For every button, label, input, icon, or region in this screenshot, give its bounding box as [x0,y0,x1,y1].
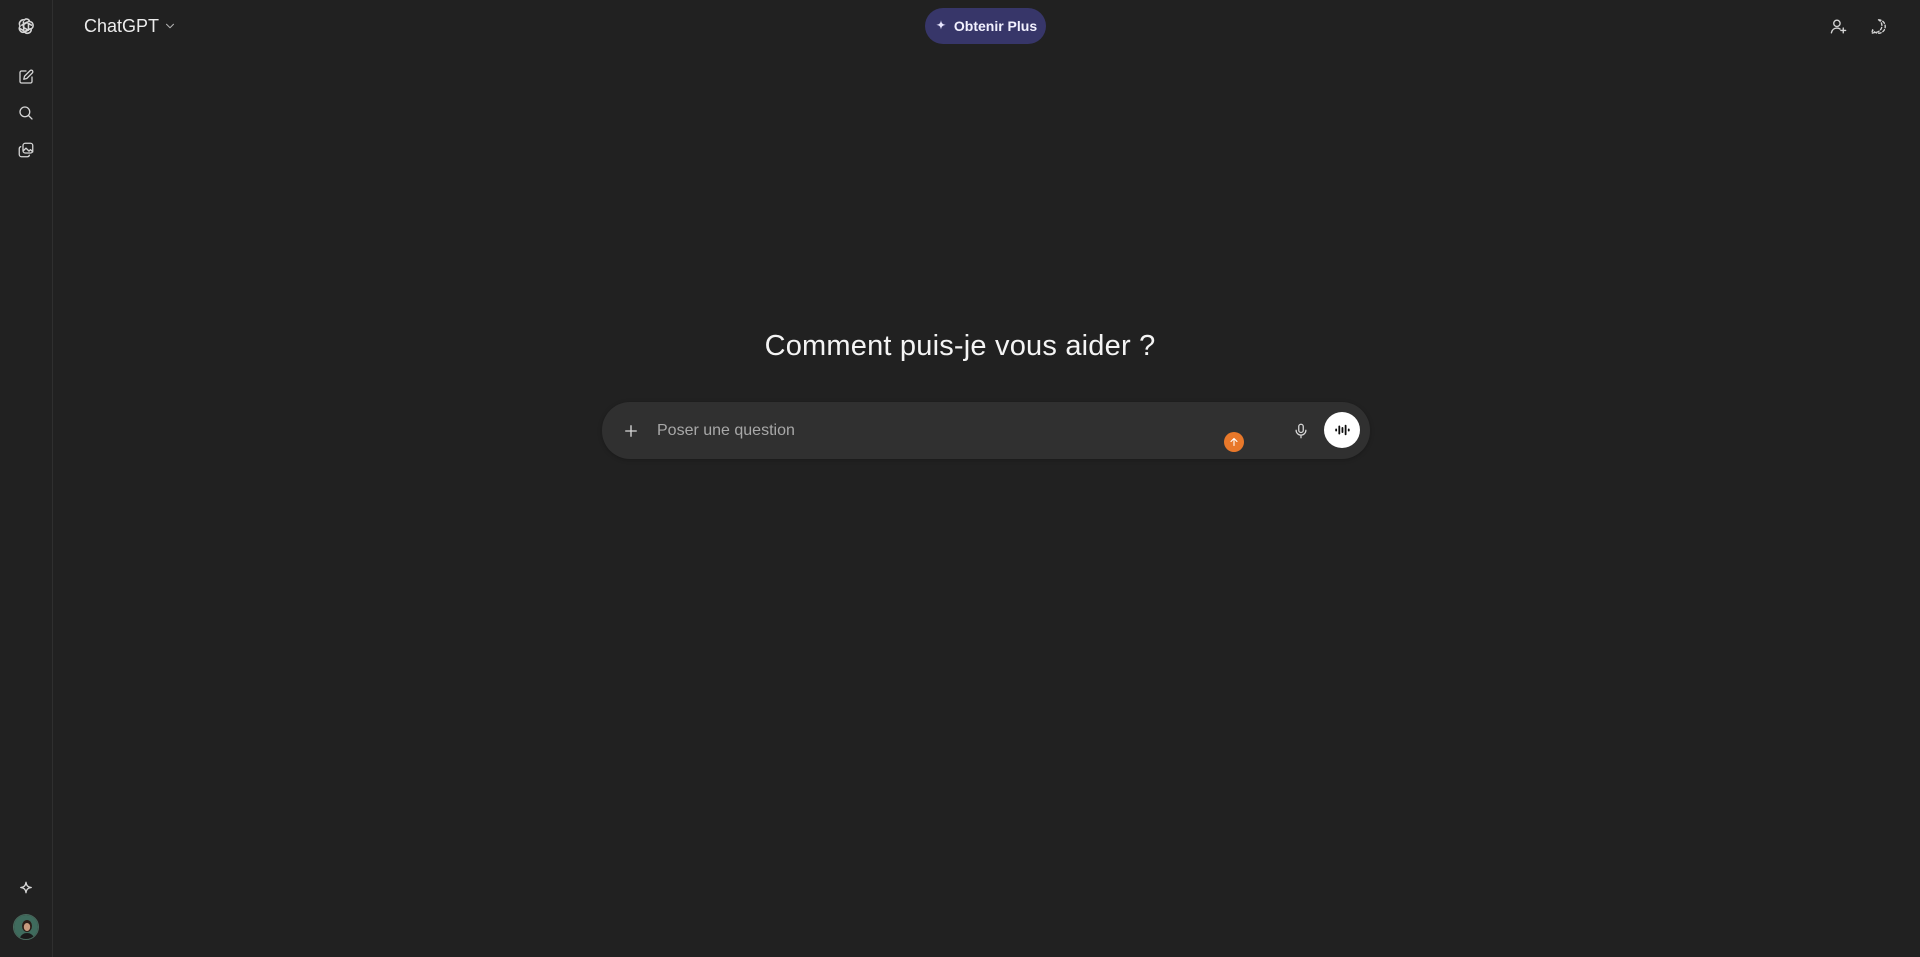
temporary-chat-button[interactable] [1860,8,1896,44]
plus-icon [625,425,637,437]
upload-indicator-icon [1230,437,1238,447]
dictate-button[interactable] [1284,414,1318,448]
model-selector[interactable]: ChatGPT [76,10,185,42]
add-user-icon [1830,18,1846,34]
upload-indicator[interactable] [1224,432,1244,452]
upgrade-plus-button[interactable]: Obtenir Plus [925,8,1046,44]
page-title: Comment puis-je vous aider ? [764,330,1156,362]
share-add-user-button[interactable] [1820,8,1856,44]
voice-mode-button[interactable] [1324,412,1360,448]
temporary-chat-icon [1870,18,1886,34]
prompt-input[interactable] [655,416,1255,446]
openai-logo-icon [18,18,34,35]
composer [602,402,1370,459]
model-selector-label: ChatGPT [84,15,160,36]
sparkle-icon [936,20,946,30]
attach-button[interactable] [614,414,648,448]
avatar-image [14,915,38,939]
search-icon [19,106,33,120]
openai-logo-button[interactable] [8,9,44,45]
microphone-icon [1295,423,1307,439]
library-button[interactable] [8,132,44,168]
upgrade-plus-label: Obtenir Plus [953,18,1038,34]
sidebar [0,0,53,957]
new-chat-icon [19,69,34,84]
chevron-down-icon [166,23,175,29]
avatar[interactable] [13,914,39,940]
image-library-icon [18,142,34,158]
search-chats-button[interactable] [8,95,44,131]
new-chat-button[interactable] [8,59,44,95]
upgrade-sidebar-button[interactable] [8,871,44,907]
sparkle-icon [20,881,32,894]
voice-mode-icon [1335,424,1350,436]
